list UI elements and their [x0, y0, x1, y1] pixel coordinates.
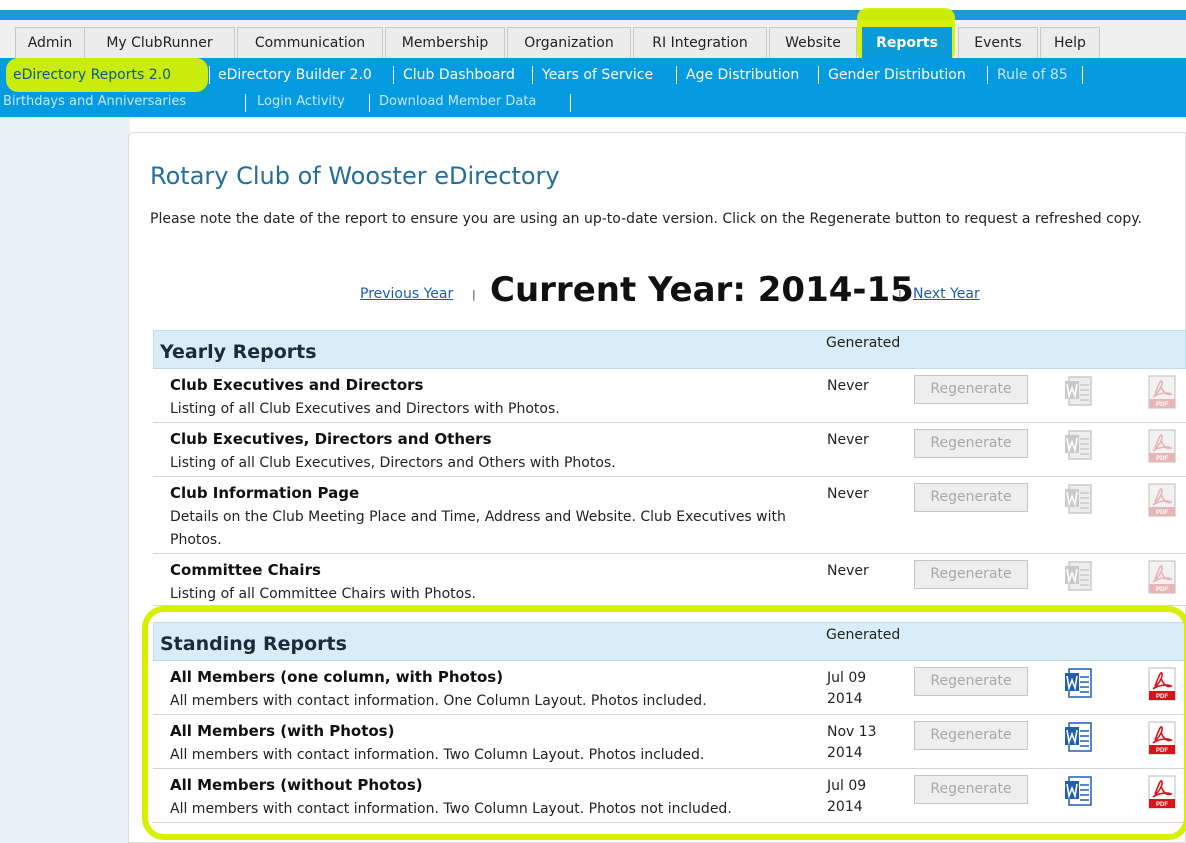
previous-year-link[interactable]: Previous Year [360, 286, 453, 302]
word-document-icon [1063, 374, 1095, 408]
tab-ri-integration[interactable]: RI Integration [633, 27, 767, 59]
subnav-separator [209, 66, 210, 84]
subnav-gender-distribution[interactable]: Gender Distribution [828, 67, 966, 83]
subnav-separator [1082, 66, 1083, 84]
tab-membership[interactable]: Membership [385, 27, 505, 59]
generated-column-label: Generated [826, 335, 901, 351]
yearly-reports-header: Yearly Reports Generated [153, 330, 1186, 369]
current-year-heading: Current Year: 2014-15 [490, 270, 914, 310]
pdf-document-icon: PDF [1145, 428, 1179, 464]
tab-website[interactable]: Website [769, 27, 857, 59]
reports-subnav: eDirectory Reports 2.0 eDirectory Builde… [0, 58, 1186, 117]
year-separator: | [472, 288, 476, 301]
report-description: Listing of all Club Executives and Direc… [170, 401, 560, 417]
tab-admin[interactable]: Admin [15, 27, 85, 59]
top-accent-bar [0, 10, 1186, 20]
subnav-separator [245, 94, 246, 112]
year-separator: | [898, 288, 902, 301]
pdf-document-icon: PDF [1145, 374, 1179, 410]
subnav-birthdays-anniversaries[interactable]: Birthdays and Anniversaries [3, 94, 186, 109]
report-description: Details on the Club Meeting Place and Ti… [170, 509, 786, 548]
subnav-club-dashboard[interactable]: Club Dashboard [403, 67, 515, 83]
subnav-download-member-data[interactable]: Download Member Data [379, 94, 536, 109]
subnav-separator [369, 94, 370, 112]
subnav-login-activity[interactable]: Login Activity [257, 94, 345, 109]
pdf-document-icon: PDF [1145, 482, 1179, 518]
word-document-icon [1063, 559, 1095, 593]
date-note: Please note the date of the report to en… [150, 211, 1142, 227]
report-row: Committee Chairs Listing of all Committee… [153, 554, 1186, 606]
generated-date: Never [827, 486, 869, 502]
page-title: Rotary Club of Wooster eDirectory [150, 162, 560, 190]
subnav-separator [818, 66, 819, 84]
tab-reports[interactable]: Reports [862, 27, 952, 59]
year-navigation: Previous Year | Current Year: 2014-15 | … [0, 270, 1186, 316]
subnav-years-of-service[interactable]: Years of Service [542, 67, 653, 83]
subnav-separator [987, 66, 988, 84]
yearly-reports-title: Yearly Reports [160, 341, 317, 363]
report-description: Listing of all Club Executives, Director… [170, 455, 616, 471]
report-title: Club Executives and Directors [170, 376, 424, 394]
generated-date: Never [827, 378, 869, 394]
regenerate-button[interactable]: Regenerate [914, 429, 1028, 458]
report-description: Listing of all Committee Chairs with Pho… [170, 586, 476, 602]
next-year-link[interactable]: Next Year [913, 286, 980, 302]
pdf-document-icon: PDF [1145, 559, 1179, 595]
tab-organization[interactable]: Organization [507, 27, 631, 59]
report-title: Club Information Page [170, 484, 360, 502]
svg-text:PDF: PDF [1156, 402, 1168, 408]
tab-events[interactable]: Events [958, 27, 1038, 59]
subnav-edirectory-reports[interactable]: eDirectory Reports 2.0 [13, 67, 171, 83]
regenerate-button[interactable]: Regenerate [914, 560, 1028, 589]
regenerate-button[interactable]: Regenerate [914, 375, 1028, 404]
svg-text:PDF: PDF [1156, 510, 1168, 516]
report-title: Committee Chairs [170, 561, 321, 579]
generated-date: Never [827, 432, 869, 448]
highlight-circle-standing-reports [142, 606, 1186, 840]
subnav-age-distribution[interactable]: Age Distribution [686, 67, 799, 83]
report-row: Club Information Page Details on the Club… [153, 477, 1186, 554]
main-tab-strip: Admin My ClubRunner Communication Member… [0, 8, 1186, 62]
subnav-separator [570, 94, 571, 112]
word-document-icon [1063, 428, 1095, 462]
subnav-rule-of-85[interactable]: Rule of 85 [997, 67, 1068, 83]
tab-my-clubrunner[interactable]: My ClubRunner [84, 27, 235, 59]
svg-text:PDF: PDF [1156, 587, 1168, 593]
report-row: Club Executives, Directors and Others Lis… [153, 423, 1186, 477]
generated-date: Never [827, 563, 869, 579]
subnav-separator [676, 66, 677, 84]
tab-communication[interactable]: Communication [237, 27, 383, 59]
left-sidebar [0, 117, 130, 843]
word-document-icon [1063, 482, 1095, 516]
subnav-edirectory-builder[interactable]: eDirectory Builder 2.0 [218, 67, 372, 83]
report-title: Club Executives, Directors and Others [170, 430, 492, 448]
report-row: Club Executives and Directors Listing of … [153, 369, 1186, 423]
tab-help[interactable]: Help [1040, 27, 1100, 59]
subnav-separator [532, 66, 533, 84]
regenerate-button[interactable]: Regenerate [914, 483, 1028, 512]
svg-text:PDF: PDF [1156, 456, 1168, 462]
subnav-separator [393, 66, 394, 84]
